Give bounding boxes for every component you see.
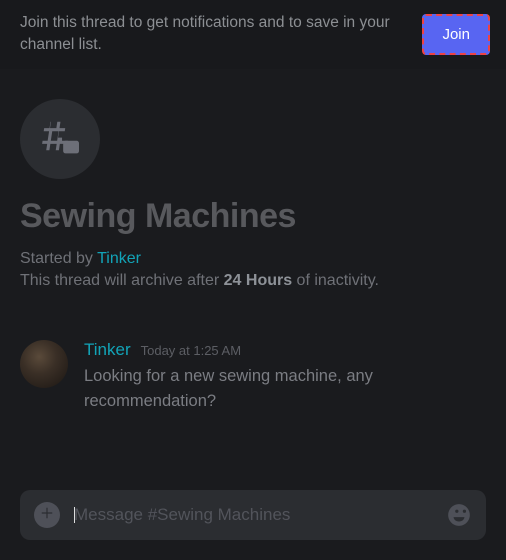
message-text: Looking for a new sewing machine, any re…	[84, 364, 486, 414]
emoji-button[interactable]	[446, 502, 472, 528]
plus-icon	[40, 506, 54, 525]
thread-hash-icon	[41, 117, 79, 160]
message-header: Tinker Today at 1:25 AM	[84, 340, 486, 360]
message-row: Tinker Today at 1:25 AM Looking for a ne…	[0, 340, 506, 414]
archive-prefix: This thread will archive after	[20, 272, 224, 289]
thread-title: Sewing Machines	[20, 197, 486, 236]
started-by-line: Started by Tinker	[20, 250, 486, 268]
starter-user-link[interactable]: Tinker	[97, 250, 141, 267]
message-input[interactable]	[74, 505, 295, 525]
message-body: Tinker Today at 1:25 AM Looking for a ne…	[84, 340, 486, 414]
emoji-icon	[446, 515, 472, 532]
archive-duration: 24 Hours	[224, 272, 292, 289]
message-timestamp: Today at 1:25 AM	[141, 343, 241, 358]
avatar[interactable]	[20, 340, 68, 388]
notice-text: Join this thread to get notifications an…	[20, 12, 400, 57]
archive-suffix: of inactivity.	[292, 272, 379, 289]
thread-icon-circle	[20, 99, 100, 179]
thread-header-section: Sewing Machines Started by Tinker This t…	[0, 69, 506, 290]
archive-info-line: This thread will archive after 24 Hours …	[20, 272, 486, 290]
join-button[interactable]: Join	[422, 14, 490, 55]
started-by-prefix: Started by	[20, 250, 97, 267]
attach-button[interactable]	[34, 502, 60, 528]
message-author[interactable]: Tinker	[84, 340, 131, 360]
message-composer	[20, 490, 486, 540]
join-notice-bar: Join this thread to get notifications an…	[0, 0, 506, 69]
